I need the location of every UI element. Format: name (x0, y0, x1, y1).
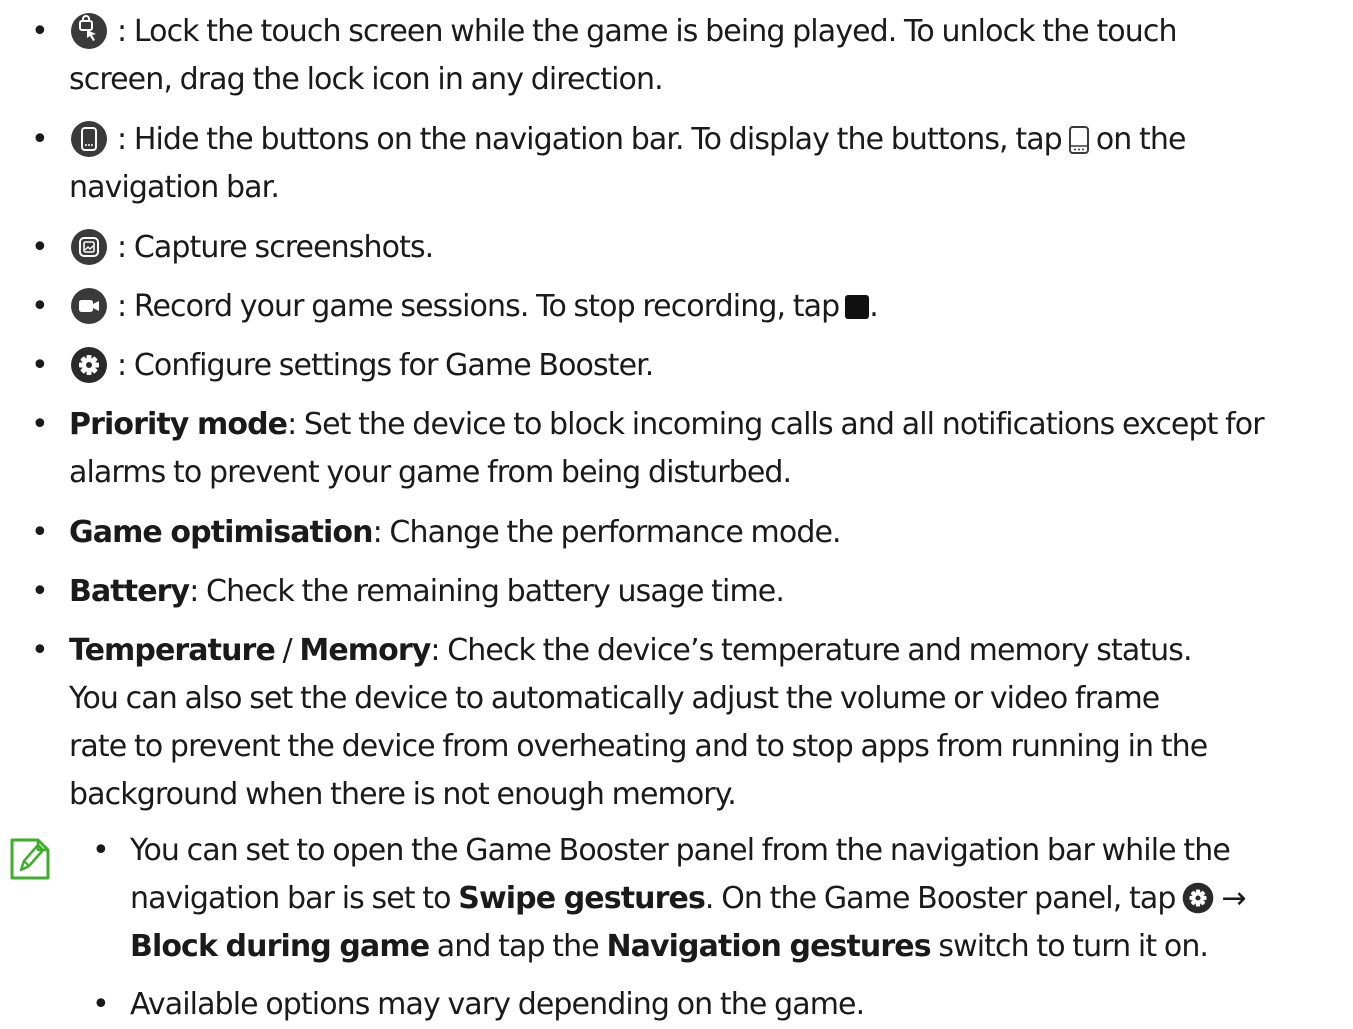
item-term: Temperature (69, 633, 276, 668)
item-line: : Hide the buttons on the navigation bar… (69, 116, 1344, 164)
item-text: You can also set the device to automatic… (69, 681, 1160, 716)
item-text: : Configure settings for Game Booster. (117, 348, 654, 383)
item-line: : Configure settings for Game Booster. (69, 342, 1344, 390)
list-item: • : Capture screenshots. (31, 224, 1344, 272)
item-line: Priority mode: Set the device to block i… (69, 401, 1344, 449)
note-text: and tap the (429, 929, 607, 964)
list-item: • Battery: Check the remaining battery u… (31, 568, 1344, 616)
note-text: You can set to open the Game Booster pan… (130, 833, 1231, 868)
term-separator: / (274, 633, 300, 668)
item-text: : Capture screenshots. (117, 230, 434, 265)
bullet: • (31, 230, 49, 265)
bullet: • (31, 289, 49, 324)
item-line: Game optimisation: Change the performanc… (69, 509, 1344, 557)
record-icon (69, 286, 109, 326)
item-text: : Hide the buttons on the navigation bar… (117, 122, 1063, 157)
item-text: background when there is not enough memo… (69, 777, 737, 812)
item-term: Priority mode (69, 407, 288, 442)
item-line: Temperature / Memory: Check the device’s… (69, 627, 1344, 675)
item-line: : Lock the touch screen while the game i… (69, 8, 1344, 56)
navigation-bar-small-icon (1068, 125, 1090, 155)
note-list-item: • You can set to open the Game Booster p… (92, 827, 1340, 971)
note-list-item: • Available options may vary depending o… (92, 981, 1340, 1029)
item-text: rate to prevent the device from overheat… (69, 729, 1208, 764)
list-item: • : Configure settings for Game Booster. (31, 342, 1344, 390)
bullet: • (31, 14, 49, 49)
settings-icon (1181, 881, 1215, 915)
item-text: : Set the device to block incoming calls… (287, 407, 1264, 442)
note-text: Available options may vary depending on … (130, 987, 865, 1022)
bullet: • (31, 515, 49, 550)
list-item: • : Lock the touch screen while the game… (31, 8, 1344, 104)
note-text: . On the Game Booster panel, tap (704, 881, 1176, 916)
navigation-bar-icon (69, 119, 109, 159)
list-item: • Game optimisation: Change the performa… (31, 509, 1344, 557)
stop-icon (845, 295, 870, 319)
list-item: • Priority mode: Set the device to block… (31, 401, 1344, 497)
arrow-icon: → (1221, 881, 1246, 916)
note-line: navigation bar is set to Swipe gestures.… (130, 875, 1340, 923)
bullet: • (31, 348, 49, 383)
item-text: : Check the device’s temperature and mem… (430, 633, 1192, 668)
bullet: • (31, 407, 49, 442)
touch-lock-icon (69, 11, 109, 51)
item-text: alarms to prevent your game from being d… (69, 455, 792, 490)
bullet: • (92, 833, 110, 868)
note-term: Navigation gestures (606, 929, 931, 964)
item-text: : Record your game sessions. To stop rec… (117, 289, 840, 324)
item-text: : Check the remaining battery usage time… (189, 574, 785, 609)
note-term: Swipe gestures (458, 881, 706, 916)
note-icon (8, 836, 52, 882)
screenshot-icon (69, 227, 109, 267)
item-text: : Lock the touch screen while the game i… (117, 14, 1177, 49)
note-term: Block during game (130, 929, 430, 964)
item-line: Battery: Check the remaining battery usa… (69, 568, 1344, 616)
note-text: switch to turn it on. (930, 929, 1209, 964)
item-term: Battery (69, 574, 190, 609)
bullet: • (92, 987, 110, 1022)
item-text: : Change the performance mode. (372, 515, 842, 550)
settings-icon (69, 345, 109, 385)
bullet: • (31, 122, 49, 157)
item-term: Game optimisation (69, 515, 373, 550)
bullet: • (31, 633, 49, 668)
item-text: navigation bar. (69, 170, 280, 205)
item-line: : Record your game sessions. To stop rec… (69, 283, 1344, 331)
item-term: Memory (299, 633, 431, 668)
list-item: • : Hide the buttons on the navigation b… (31, 116, 1344, 212)
list-item: • Temperature / Memory: Check the device… (31, 627, 1344, 819)
list-item: • : Record your game sessions. To stop r… (31, 283, 1344, 331)
item-text: . (869, 289, 879, 324)
item-line: : Capture screenshots. (69, 224, 1344, 272)
item-text: screen, drag the lock icon in any direct… (69, 62, 664, 97)
bullet: • (31, 574, 49, 609)
item-text: on the (1095, 122, 1187, 157)
note-text: navigation bar is set to (130, 881, 459, 916)
note-line: Block during game and tap the Navigation… (130, 923, 1340, 971)
